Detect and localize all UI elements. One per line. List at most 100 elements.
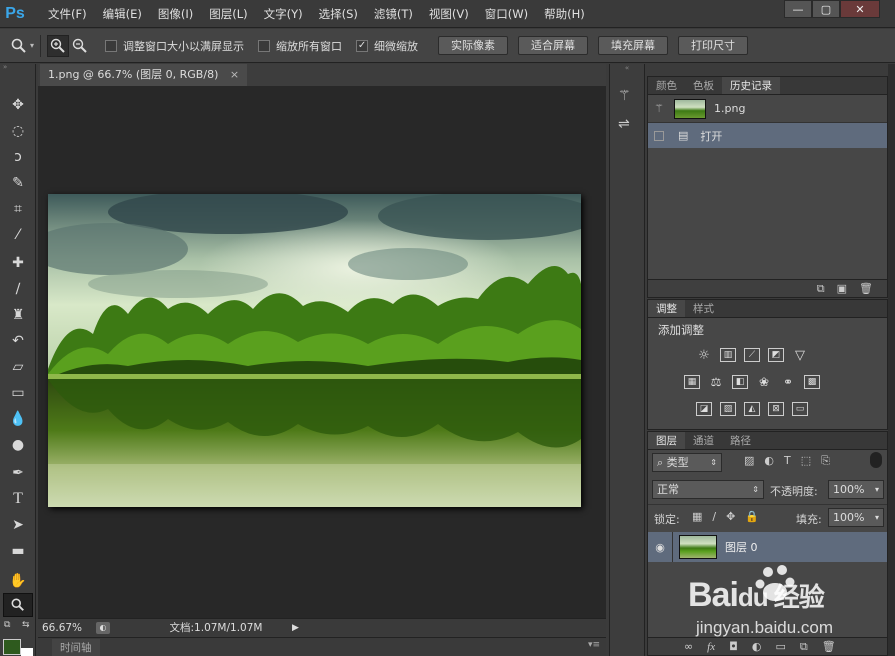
menu-type[interactable]: 文字(Y) — [256, 0, 311, 28]
threshold-icon[interactable]: ◭ — [744, 402, 760, 416]
eyedropper-tool-icon[interactable]: ⁄ — [0, 222, 36, 248]
pen-tool-icon[interactable]: ✒ — [0, 460, 36, 486]
clone-stamp-tool-icon[interactable]: ♜ — [0, 302, 36, 328]
filter-shape-icon[interactable]: ⬚ — [801, 454, 811, 468]
layer-filter-select[interactable]: ⌕ 类型 ⇕ — [652, 453, 722, 472]
tab-paths[interactable]: 路径 — [722, 432, 759, 449]
timeline-tab[interactable]: 时间轴 — [52, 639, 100, 656]
type-tool-icon[interactable]: T — [0, 486, 36, 512]
preset-dropdown-arrow-icon[interactable]: ▾ — [30, 41, 34, 50]
blend-mode-select[interactable]: 正常 ⇕ — [652, 480, 764, 499]
actual-pixels-button[interactable]: 实际像素 — [438, 36, 509, 55]
layer-visibility-eye-icon[interactable]: ◉ — [648, 541, 672, 554]
filter-pixel-icon[interactable]: ▨ — [744, 454, 754, 468]
hand-tool-icon[interactable]: ✋ — [0, 568, 36, 594]
lock-transparent-pixels-icon[interactable]: ▦ — [692, 510, 702, 523]
zoom-in-icon[interactable] — [47, 34, 70, 57]
dock-collapse-icon[interactable]: « — [610, 64, 644, 72]
color-balance-icon[interactable]: ⚖ — [708, 375, 724, 389]
filter-adjustment-icon[interactable]: ◐ — [764, 454, 774, 468]
curves-icon[interactable]: ⟋ — [744, 348, 760, 362]
swap-colors-icon[interactable]: ⇆ — [22, 620, 30, 630]
close-document-icon[interactable]: × — [230, 68, 239, 81]
lasso-tool-icon[interactable]: ↄ — [0, 144, 36, 170]
history-state-checkbox[interactable] — [654, 130, 664, 141]
resize-windows-checkbox[interactable] — [105, 39, 118, 52]
blur-tool-icon[interactable]: 💧 — [0, 406, 36, 432]
delete-state-icon[interactable]: 🗑 — [859, 282, 873, 295]
history-brush-tool-icon[interactable]: ↶ — [0, 328, 36, 354]
tab-layers[interactable]: 图层 — [648, 432, 685, 449]
exposure-icon[interactable]: ◩ — [768, 348, 784, 362]
marquee-tool-icon[interactable]: ◌ — [0, 118, 36, 144]
status-info-icon[interactable]: ◐ — [96, 621, 110, 634]
document-tab[interactable]: 1.png @ 66.7% (图层 0, RGB/8) × — [40, 64, 248, 86]
zoom-tool-preset-icon[interactable] — [8, 35, 30, 57]
dodge-tool-icon[interactable]: ● — [0, 432, 36, 458]
quick-select-tool-icon[interactable]: ✎ — [0, 170, 36, 196]
zoom-out-icon[interactable] — [69, 35, 91, 57]
history-snapshot[interactable]: ⚚ 1.png — [648, 95, 887, 123]
fill-screen-button[interactable]: 填充屏幕 — [598, 36, 669, 55]
filter-smart-object-icon[interactable]: ⎘ — [821, 454, 830, 468]
canvas-area[interactable] — [38, 86, 606, 618]
move-tool-icon[interactable]: ✥ — [0, 92, 36, 118]
photo-filter-icon[interactable]: ❀ — [756, 375, 772, 389]
brightness-contrast-icon[interactable]: ☼ — [696, 348, 712, 363]
rectangle-tool-icon[interactable]: ▬ — [0, 538, 36, 564]
new-document-from-state-icon[interactable]: ⧉ — [817, 282, 825, 296]
fill-field[interactable]: 100% ▾ — [828, 508, 884, 527]
color-lookup-icon[interactable]: ▩ — [804, 375, 820, 389]
tab-styles[interactable]: 样式 — [685, 300, 722, 317]
background-color-swatch[interactable] — [21, 648, 33, 656]
hue-saturation-icon[interactable]: ▦ — [684, 375, 700, 389]
menu-view[interactable]: 视图(V) — [421, 0, 477, 28]
gradient-map-icon[interactable]: ▭ — [792, 402, 808, 416]
history-brush-panel-icon[interactable]: ⚚ — [618, 88, 631, 104]
lock-all-icon[interactable]: 🔒 — [745, 510, 759, 523]
new-snapshot-icon[interactable]: ▣ — [837, 282, 847, 295]
menu-help[interactable]: 帮助(H) — [536, 0, 593, 28]
zoom-all-windows-checkbox[interactable] — [258, 39, 271, 52]
filter-type-icon[interactable]: T — [784, 454, 791, 468]
tab-color[interactable]: 颜色 — [648, 77, 685, 94]
menu-filter[interactable]: 滤镜(T) — [366, 0, 421, 28]
tab-channels[interactable]: 通道 — [685, 432, 722, 449]
close-window-button[interactable]: ✕ — [840, 0, 880, 18]
eraser-tool-icon[interactable]: ▱ — [0, 354, 36, 380]
landscape-photo[interactable] — [48, 194, 581, 507]
status-menu-arrow-icon[interactable]: ▶ — [292, 623, 299, 633]
posterize-icon[interactable]: ▨ — [720, 402, 736, 416]
minimize-button[interactable]: — — [784, 0, 812, 18]
lock-image-pixels-icon[interactable]: ∕ — [712, 510, 716, 523]
foreground-color-swatch[interactable] — [3, 639, 21, 655]
filter-toggle-switch[interactable] — [870, 452, 882, 468]
vibrance-icon[interactable]: ▽ — [792, 348, 808, 363]
path-selection-tool-icon[interactable]: ➤ — [0, 512, 36, 538]
brush-tool-icon[interactable]: ∕ — [0, 276, 36, 302]
menu-edit[interactable]: 编辑(E) — [95, 0, 150, 28]
opacity-field[interactable]: 100% ▾ — [828, 480, 884, 499]
tab-adjustments[interactable]: 调整 — [648, 300, 685, 317]
crop-tool-icon[interactable]: ⌗ — [0, 196, 36, 222]
gradient-tool-icon[interactable]: ▭ — [0, 380, 36, 406]
invert-icon[interactable]: ◪ — [696, 402, 712, 416]
levels-icon[interactable]: ▥ — [720, 348, 736, 362]
menu-layer[interactable]: 图层(L) — [201, 0, 255, 28]
timeline-panel-menu-icon[interactable]: ▾≡ — [588, 640, 600, 650]
menu-image[interactable]: 图像(I) — [150, 0, 201, 28]
selective-color-icon[interactable]: ⊠ — [768, 402, 784, 416]
scrubby-zoom-checkbox[interactable]: ✓ — [356, 39, 369, 52]
tab-history[interactable]: 历史记录 — [722, 77, 780, 94]
lock-position-icon[interactable]: ✥ — [726, 510, 735, 523]
menu-select[interactable]: 选择(S) — [311, 0, 366, 28]
print-size-button[interactable]: 打印尺寸 — [678, 36, 749, 55]
fit-screen-button[interactable]: 适合屏幕 — [518, 36, 589, 55]
history-state-open[interactable]: ▤ 打开 — [648, 123, 887, 148]
zoom-level-field[interactable]: 66.67% — [42, 622, 92, 634]
maximize-button[interactable]: ▢ — [812, 0, 840, 18]
healing-brush-tool-icon[interactable]: ✚ — [0, 250, 36, 276]
black-white-icon[interactable]: ◧ — [732, 375, 748, 389]
layer-style-fx-icon[interactable]: fx — [707, 641, 715, 653]
right-edge-scrollbar[interactable] — [888, 64, 895, 656]
